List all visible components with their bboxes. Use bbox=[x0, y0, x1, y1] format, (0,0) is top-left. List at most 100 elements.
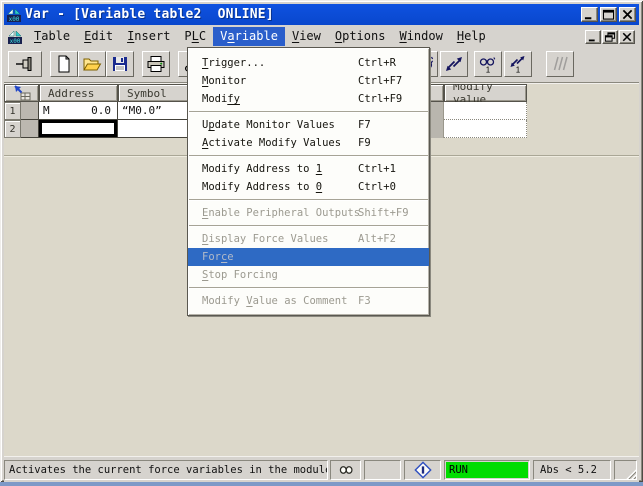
menu-edit[interactable]: Edit bbox=[77, 27, 120, 46]
menu-window[interactable]: Window bbox=[392, 27, 449, 46]
toolbar-separator bbox=[42, 51, 50, 77]
menu-view[interactable]: View bbox=[285, 27, 328, 46]
close-button[interactable] bbox=[619, 7, 636, 22]
plc-mode-panel: RUN bbox=[444, 460, 530, 480]
menu-item-label: Activate Modify Values bbox=[202, 137, 341, 149]
menu-item-shortcut: Ctrl+1 bbox=[358, 163, 396, 175]
menu-help[interactable]: Help bbox=[450, 27, 493, 46]
address-offset: 0.0 bbox=[91, 104, 111, 117]
modify-value-cell[interactable] bbox=[444, 120, 527, 138]
menu-item-enable-peripheral-outputs[interactable]: Enable Peripheral OutputsShift+F9 bbox=[188, 204, 429, 222]
print-icon bbox=[146, 54, 166, 74]
row-marker-cell bbox=[21, 120, 39, 138]
toolbar-separator bbox=[134, 51, 142, 77]
mdi-controls bbox=[585, 30, 639, 44]
close-icon bbox=[621, 9, 634, 20]
minimize-button[interactable] bbox=[581, 7, 598, 22]
pin-button[interactable] bbox=[8, 51, 42, 77]
open-button[interactable] bbox=[78, 51, 106, 77]
pin-icon bbox=[15, 54, 35, 74]
menu-item-label: Update Monitor Values bbox=[202, 119, 335, 131]
toolbar-separator bbox=[170, 51, 178, 77]
menu-item-stop-forcing[interactable]: Stop Forcing bbox=[188, 266, 429, 284]
app-icon bbox=[6, 7, 22, 23]
modify-button[interactable] bbox=[440, 51, 468, 77]
menu-item-modify-value-as-comment[interactable]: Modify Value as Comment F3 bbox=[188, 292, 429, 310]
address-cell[interactable]: M0.0 bbox=[39, 102, 118, 120]
mdi-close-button[interactable] bbox=[619, 30, 635, 44]
window-title: Var - [Variable table2 ONLINE] bbox=[25, 7, 274, 22]
mdi-minimize-button[interactable] bbox=[585, 30, 601, 44]
menu-separator bbox=[189, 225, 428, 227]
status-empty-panel bbox=[364, 460, 401, 480]
resize-grip[interactable] bbox=[624, 467, 637, 480]
menu-item-trigger[interactable]: Trigger... Ctrl+R bbox=[188, 54, 429, 72]
menu-item-label: Modify Value as Comment bbox=[202, 295, 347, 307]
modify-once-button[interactable] bbox=[504, 51, 532, 77]
menu-item-label: Display Force Values bbox=[202, 233, 328, 245]
mdi-minimize-icon bbox=[587, 32, 599, 42]
column-header-address[interactable]: Address bbox=[39, 84, 118, 102]
row-number[interactable]: 2 bbox=[4, 120, 21, 138]
menu-item-modify[interactable]: ModifyCtrl+F9 bbox=[188, 90, 429, 108]
menu-options[interactable]: Options bbox=[328, 27, 393, 46]
menu-item-modify-address-to-0[interactable]: Modify Address to 0Ctrl+0 bbox=[188, 178, 429, 196]
monitor-once-button[interactable] bbox=[474, 51, 502, 77]
new-button[interactable] bbox=[50, 51, 78, 77]
application-window: Var - [Variable table2 ONLINE] TableEdit… bbox=[0, 0, 643, 482]
menu-item-label: Enable Peripheral Outputs bbox=[202, 207, 360, 219]
title-bar: Var - [Variable table2 ONLINE] bbox=[4, 4, 639, 25]
minimize-icon bbox=[583, 9, 596, 20]
status-monitor-panel bbox=[330, 460, 361, 480]
menu-item-label: Modify Address to 1 bbox=[202, 163, 322, 175]
menu-variable[interactable]: Variable bbox=[213, 27, 285, 46]
menu-item-shortcut: Shift+F9 bbox=[358, 207, 409, 219]
status-trigger-panel bbox=[404, 460, 441, 480]
select-all-header[interactable] bbox=[4, 84, 39, 102]
glasses-icon bbox=[337, 461, 355, 479]
menu-item-shortcut: F7 bbox=[358, 119, 371, 131]
print-button[interactable] bbox=[142, 51, 170, 77]
force-icon bbox=[550, 54, 570, 74]
maximize-button[interactable] bbox=[600, 7, 617, 22]
mdi-restore-icon bbox=[604, 32, 616, 42]
menu-item-label: Force bbox=[202, 251, 234, 263]
menu-item-shortcut: F9 bbox=[358, 137, 371, 149]
menu-item-display-force-values[interactable]: Display Force Values Alt+F2 bbox=[188, 230, 429, 248]
modify-value-cell[interactable] bbox=[444, 102, 527, 120]
menu-item-shortcut: Ctrl+R bbox=[358, 57, 396, 69]
desktop-edge bbox=[0, 482, 643, 486]
save-icon bbox=[110, 54, 130, 74]
abs-status-panel: Abs < 5.2 bbox=[533, 460, 611, 480]
row-number[interactable]: 1 bbox=[4, 102, 21, 120]
menu-item-shortcut: F3 bbox=[358, 295, 371, 307]
menu-insert[interactable]: Insert bbox=[120, 27, 177, 46]
menu-item-label: Trigger... bbox=[202, 57, 265, 69]
menu-item-force[interactable]: Force bbox=[188, 248, 429, 266]
menu-bar-items: TableEditInsertPLCVariableViewOptionsWin… bbox=[27, 27, 493, 46]
menu-item-activate-modify-values[interactable]: Activate Modify Values F9 bbox=[188, 134, 429, 152]
menu-item-shortcut: Ctrl+0 bbox=[358, 181, 396, 193]
menu-item-monitor[interactable]: MonitorCtrl+F7 bbox=[188, 72, 429, 90]
menu-separator bbox=[189, 199, 428, 201]
mdi-restore-button[interactable] bbox=[602, 30, 618, 44]
toolbar-right-group bbox=[410, 51, 574, 77]
menu-separator bbox=[189, 155, 428, 157]
menu-item-label: Modify bbox=[202, 93, 240, 105]
maximize-icon bbox=[602, 9, 615, 20]
status-bar: Activates the current force variables in… bbox=[4, 456, 639, 482]
menu-item-modify-address-to-1[interactable]: Modify Address to 1 Ctrl+1 bbox=[188, 160, 429, 178]
run-status-badge: RUN bbox=[446, 462, 528, 478]
menu-table[interactable]: Table bbox=[27, 27, 77, 46]
menu-plc[interactable]: PLC bbox=[177, 27, 213, 46]
menu-item-update-monitor-values[interactable]: Update Monitor Values F7 bbox=[188, 116, 429, 134]
title-bar-controls bbox=[581, 7, 639, 22]
column-header-modify-value[interactable]: Modify value bbox=[444, 84, 527, 102]
save-button[interactable] bbox=[106, 51, 134, 77]
mdi-document-icon[interactable] bbox=[7, 29, 23, 45]
address-cell-selected[interactable] bbox=[39, 120, 118, 138]
open-icon bbox=[82, 54, 102, 74]
force-button bbox=[546, 51, 574, 77]
menu-item-shortcut: Alt+F2 bbox=[358, 233, 396, 245]
diamond-icon bbox=[414, 461, 432, 479]
